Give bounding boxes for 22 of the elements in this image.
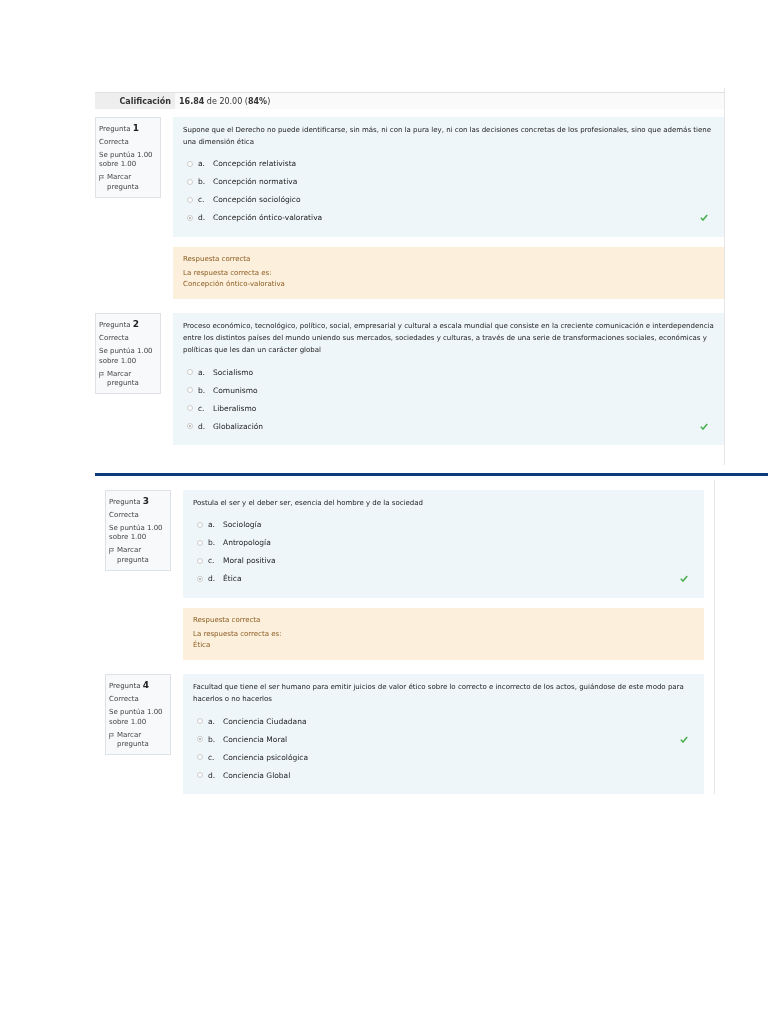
- radio-button[interactable]: [187, 160, 193, 167]
- radio-button[interactable]: [197, 557, 203, 564]
- radio-button[interactable]: [197, 772, 203, 779]
- radio-button[interactable]: [187, 178, 193, 185]
- radio-button[interactable]: [187, 196, 193, 203]
- radio-button[interactable]: [187, 405, 193, 411]
- radio-button[interactable]: [197, 736, 203, 743]
- flag-icon: [99, 371, 104, 378]
- radio-button[interactable]: [187, 387, 193, 393]
- flag-icon: [109, 548, 114, 555]
- radio-button[interactable]: [187, 369, 193, 375]
- radio-button[interactable]: [197, 754, 203, 761]
- radio-button[interactable]: [187, 214, 193, 221]
- grade-value: 16.84 de 20.00 (84%): [178, 96, 271, 106]
- flag-icon: [109, 732, 114, 739]
- grade-label: Calificación: [95, 93, 175, 109]
- radio-button[interactable]: [197, 718, 203, 725]
- flag-icon: [99, 175, 104, 182]
- radio-button[interactable]: [197, 521, 203, 528]
- radio-button[interactable]: [187, 423, 193, 429]
- radio-button[interactable]: [197, 575, 203, 582]
- radio-button[interactable]: [197, 539, 203, 546]
